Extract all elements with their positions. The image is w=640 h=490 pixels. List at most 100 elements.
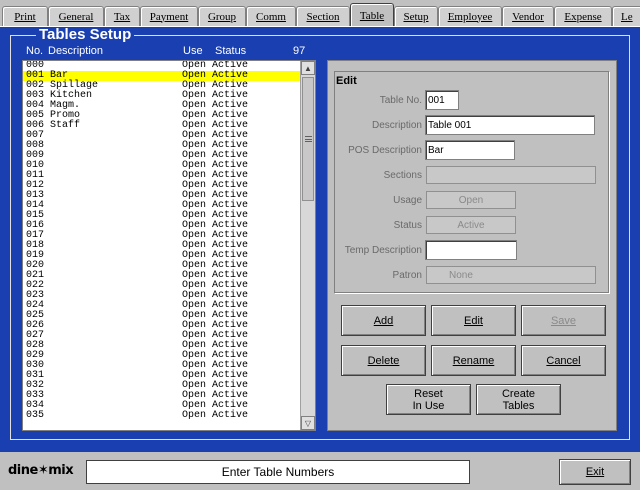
- table-row[interactable]: 019 Open Active: [23, 251, 301, 261]
- table-row[interactable]: 029 Open Active: [23, 351, 301, 361]
- tables-list-rows: 000 Open Active 001 Bar Open Active 002 Spillage…: [23, 61, 301, 421]
- table-row[interactable]: 021 Open Active: [23, 271, 301, 281]
- create-line1: Create: [501, 387, 536, 400]
- table-row[interactable]: 035 Open Active: [23, 411, 301, 421]
- exit-button-label: Exit: [585, 466, 605, 478]
- description-label: Description: [371, 120, 422, 131]
- reset-line2: In Use: [412, 399, 445, 412]
- create-tables-button[interactable]: Create Tables: [476, 384, 561, 415]
- header-description: Description: [48, 45, 104, 57]
- table-row[interactable]: 006 Staff Open Active: [23, 121, 301, 131]
- sections-field: [426, 166, 596, 184]
- tab-comm[interactable]: Comm: [246, 6, 296, 26]
- table-row[interactable]: 025 Open Active: [23, 311, 301, 321]
- status-label: Status: [393, 220, 422, 231]
- cancel-button[interactable]: Cancel: [521, 345, 606, 376]
- table-row[interactable]: 009 Open Active: [23, 151, 301, 161]
- tab-employee[interactable]: Employee: [438, 6, 502, 26]
- status-message: Enter Table Numbers: [86, 460, 470, 484]
- reset-line1: Reset: [414, 387, 443, 400]
- pos-description-label: POS Description: [348, 145, 422, 156]
- rename-button-label: Rename: [452, 354, 495, 367]
- add-button[interactable]: Add: [341, 305, 426, 336]
- grip-icon: [304, 136, 312, 142]
- tables-list[interactable]: 000 Open Active 001 Bar Open Active 002 Spillage…: [22, 60, 316, 431]
- row-no: 035: [26, 410, 45, 421]
- table-row[interactable]: 010 Open Active: [23, 161, 301, 171]
- table-no-label: Table No.: [379, 95, 422, 106]
- table-row[interactable]: 011 Open Active: [23, 171, 301, 181]
- table-row[interactable]: 028 Open Active: [23, 341, 301, 351]
- table-row[interactable]: 016 Open Active: [23, 221, 301, 231]
- table-row[interactable]: 022 Open Active: [23, 281, 301, 291]
- table-row[interactable]: 024 Open Active: [23, 301, 301, 311]
- delete-button-label: Delete: [367, 354, 400, 367]
- tab-tax[interactable]: Tax: [104, 6, 140, 26]
- add-button-label: Add: [373, 314, 394, 327]
- header-status: Status: [215, 45, 247, 57]
- description-field[interactable]: Table 001: [425, 115, 595, 135]
- table-row[interactable]: 023 Open Active: [23, 291, 301, 301]
- tab-setup[interactable]: Setup: [394, 6, 438, 26]
- scroll-thumb[interactable]: [302, 77, 314, 201]
- tab-general[interactable]: General: [48, 6, 104, 26]
- rename-button[interactable]: Rename: [431, 345, 516, 376]
- tab-le[interactable]: Le: [612, 6, 640, 26]
- reset-in-use-button[interactable]: Reset In Use: [386, 384, 471, 415]
- row-description: Staff: [50, 120, 81, 131]
- header-use: Use: [183, 45, 203, 57]
- table-row[interactable]: 034 Open Active: [23, 401, 301, 411]
- scroll-up-button[interactable]: ▲: [301, 61, 315, 75]
- table-row[interactable]: 031 Open Active: [23, 371, 301, 381]
- save-button[interactable]: Save: [521, 305, 606, 336]
- temp-description-label: Temp Description: [344, 245, 422, 256]
- table-row[interactable]: 027 Open Active: [23, 331, 301, 341]
- tab-bar: Print General Tax Payment Group Comm Sec…: [0, 0, 640, 26]
- table-row[interactable]: 032 Open Active: [23, 381, 301, 391]
- table-row[interactable]: 026 Open Active: [23, 321, 301, 331]
- row-status: Active: [212, 410, 249, 421]
- table-row[interactable]: 015 Open Active: [23, 211, 301, 221]
- save-button-label: Save: [550, 314, 577, 327]
- dinemix-logo: dine✶mix: [8, 463, 74, 478]
- exit-button[interactable]: Exit: [559, 459, 631, 485]
- temp-description-field[interactable]: [425, 240, 517, 260]
- table-row[interactable]: 018 Open Active: [23, 241, 301, 251]
- usage-field: Open: [426, 191, 516, 209]
- patron-field: None: [426, 266, 596, 284]
- status-bar: dine✶mix Enter Table Numbers Exit: [0, 452, 640, 490]
- edit-title: Edit: [336, 75, 357, 87]
- edit-panel: Edit Table No. 001 Description Table 001…: [327, 60, 617, 431]
- table-row[interactable]: 020 Open Active: [23, 261, 301, 271]
- table-row[interactable]: 033 Open Active: [23, 391, 301, 401]
- tab-group[interactable]: Group: [198, 6, 246, 26]
- table-row[interactable]: 008 Open Active: [23, 141, 301, 151]
- tab-section[interactable]: Section: [296, 6, 350, 26]
- cancel-button-label: Cancel: [546, 354, 581, 367]
- scroll-down-button[interactable]: ▽: [301, 416, 315, 430]
- tab-vendor[interactable]: Vendor: [502, 6, 554, 26]
- pos-description-field[interactable]: Bar: [425, 140, 515, 160]
- row-use: Open: [182, 410, 207, 421]
- panel-title: Tables Setup: [36, 27, 135, 43]
- patron-label: Patron: [392, 270, 422, 281]
- edit-button[interactable]: Edit: [431, 305, 516, 336]
- tab-table[interactable]: Table: [350, 3, 394, 26]
- table-row[interactable]: 012 Open Active: [23, 181, 301, 191]
- table-row[interactable]: 017 Open Active: [23, 231, 301, 241]
- tab-payment[interactable]: Payment: [140, 6, 198, 26]
- edit-button-label: Edit: [464, 314, 483, 327]
- usage-label: Usage: [393, 195, 422, 206]
- table-no-field[interactable]: 001: [425, 90, 459, 110]
- table-count: 97: [293, 45, 306, 57]
- tab-expense[interactable]: Expense: [554, 6, 612, 26]
- delete-button[interactable]: Delete: [341, 345, 426, 376]
- create-line2: Tables: [502, 399, 535, 412]
- list-scrollbar[interactable]: ▲ ▽: [300, 61, 315, 430]
- tab-print[interactable]: Print: [2, 6, 48, 26]
- table-row[interactable]: 030 Open Active: [23, 361, 301, 371]
- status-field: Active: [426, 216, 516, 234]
- table-row[interactable]: 013 Open Active: [23, 191, 301, 201]
- table-row[interactable]: 007 Open Active: [23, 131, 301, 141]
- table-row[interactable]: 014 Open Active: [23, 201, 301, 211]
